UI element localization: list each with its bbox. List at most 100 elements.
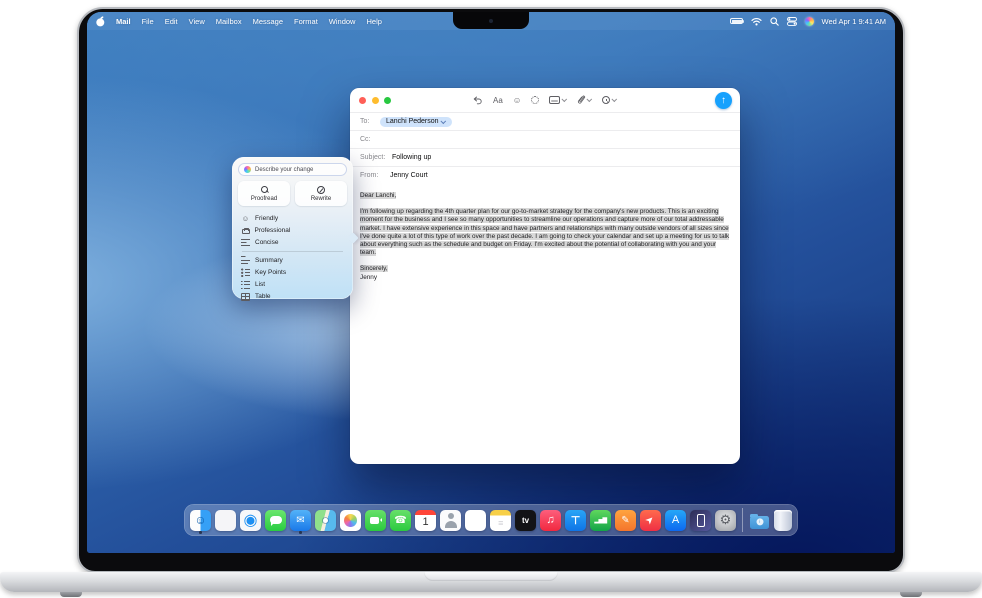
rewrite-button[interactable]: Rewrite bbox=[295, 181, 347, 206]
zoom-button[interactable] bbox=[384, 97, 391, 104]
window-controls bbox=[359, 97, 391, 104]
dock-reminders-icon[interactable] bbox=[465, 510, 486, 531]
dock-pages-icon[interactable]: ✎ bbox=[615, 510, 636, 531]
apple-intelligence-orb-icon bbox=[244, 166, 251, 173]
apple-intelligence-icon[interactable] bbox=[531, 96, 539, 104]
rewrite-label: Rewrite bbox=[311, 196, 331, 202]
bullet-list-icon bbox=[241, 268, 250, 277]
attachment-icon bbox=[577, 95, 586, 105]
dock-rocket-icon[interactable]: ➤ bbox=[640, 510, 661, 531]
option-label: Professional bbox=[255, 227, 291, 234]
message-body[interactable]: Dear Lanchi, I'm following up regarding … bbox=[350, 184, 740, 282]
field-row-subject[interactable]: Subject:Following up bbox=[350, 148, 740, 166]
writing-tool-professional[interactable]: Professional bbox=[238, 224, 347, 236]
media-browser-button[interactable] bbox=[549, 96, 567, 105]
proofread-button[interactable]: Proofread bbox=[238, 181, 290, 206]
control-center-icon[interactable] bbox=[787, 17, 797, 26]
menu-bar-clock[interactable]: Wed Apr 1 9:41 AM bbox=[822, 17, 886, 26]
finder-glyph: ☺ bbox=[194, 513, 206, 527]
menu-item-mailbox[interactable]: Mailbox bbox=[216, 17, 242, 26]
menu-item-format[interactable]: Format bbox=[294, 17, 318, 26]
dock-contacts-icon[interactable] bbox=[440, 510, 461, 531]
iphone-mirroring-glyph bbox=[697, 514, 705, 527]
field-row-to[interactable]: To:Lanchi Pederson bbox=[350, 112, 740, 130]
menu-item-file[interactable]: File bbox=[142, 17, 154, 26]
concise-lines-icon bbox=[241, 238, 250, 247]
music-app-icon: ♫ bbox=[540, 510, 561, 531]
emoji-icon[interactable]: ☺ bbox=[513, 96, 522, 105]
battery-icon[interactable] bbox=[730, 18, 743, 25]
finder-app-icon: ☺ bbox=[190, 510, 211, 531]
writing-tool-list[interactable]: List bbox=[238, 278, 347, 290]
writing-tool-friendly[interactable]: ☺Friendly bbox=[238, 212, 347, 224]
dock-app-store-icon[interactable]: A bbox=[665, 510, 686, 531]
phone-glyph: ☎ bbox=[394, 515, 406, 526]
calendar-app-icon: 1 bbox=[415, 510, 436, 531]
dock-system-settings-icon[interactable]: ⚙ bbox=[715, 510, 736, 531]
dock-safari-icon[interactable]: ◉ bbox=[240, 510, 261, 531]
menu-item-view[interactable]: View bbox=[189, 17, 205, 26]
close-button[interactable] bbox=[359, 97, 366, 104]
safari-glyph: ◉ bbox=[244, 510, 258, 530]
dock-divider bbox=[742, 508, 743, 532]
send-arrow-icon: ↑ bbox=[721, 95, 726, 106]
dock-facetime-icon[interactable] bbox=[365, 510, 386, 531]
downloads-glyph bbox=[750, 516, 769, 529]
dock-photos-icon[interactable] bbox=[340, 510, 361, 531]
dock-notes-icon[interactable]: ≡ bbox=[490, 510, 511, 531]
dock-mail-icon[interactable]: ✉ bbox=[290, 510, 311, 531]
tv-glyph: tv bbox=[522, 516, 529, 525]
wifi-icon[interactable] bbox=[751, 17, 762, 26]
writing-tool-concise[interactable]: Concise bbox=[238, 237, 347, 249]
app-store-glyph: A bbox=[672, 514, 679, 526]
dock-downloads-icon[interactable] bbox=[749, 510, 770, 531]
dock-trash-icon[interactable] bbox=[774, 510, 792, 531]
dock-iphone-mirroring-icon[interactable] bbox=[690, 510, 711, 531]
search-icon[interactable] bbox=[770, 17, 779, 26]
dock-launchpad-icon[interactable] bbox=[215, 510, 236, 531]
attachment-button[interactable] bbox=[577, 95, 593, 105]
writing-tool-summary[interactable]: Summary bbox=[238, 254, 347, 266]
field-label: Subject: bbox=[360, 154, 386, 161]
menu-item-window[interactable]: Window bbox=[329, 17, 356, 26]
dock-keynote-icon[interactable]: ⊤ bbox=[565, 510, 586, 531]
apple-icon[interactable] bbox=[96, 16, 105, 27]
writing-tool-table[interactable]: Table bbox=[238, 291, 347, 303]
macbook-foot-left bbox=[60, 592, 82, 597]
menu-item-edit[interactable]: Edit bbox=[165, 17, 178, 26]
undo-icon[interactable] bbox=[473, 96, 483, 105]
smiley-icon: ☺ bbox=[241, 214, 250, 223]
field-row-cc[interactable]: Cc: bbox=[350, 130, 740, 148]
dock: ☺ ◉ ✉ ☎ 1 ≡ tv ♫⊤▂▅▇✎➤ A ⚙ bbox=[184, 504, 798, 536]
dock-calendar-icon[interactable]: 1 bbox=[415, 510, 436, 531]
contacts-app-icon bbox=[440, 510, 461, 531]
dock-numbers-icon[interactable]: ▂▅▇ bbox=[590, 510, 611, 531]
phone-app-icon: ☎ bbox=[390, 510, 411, 531]
send-button[interactable]: ↑ bbox=[715, 92, 732, 109]
dock-music-icon[interactable]: ♫ bbox=[540, 510, 561, 531]
dock-tv-icon[interactable]: tv bbox=[515, 510, 536, 531]
dock-messages-icon[interactable] bbox=[265, 510, 286, 531]
minimize-button[interactable] bbox=[372, 97, 379, 104]
notes-glyph: ≡ bbox=[498, 518, 503, 528]
dock-finder-icon[interactable]: ☺ bbox=[190, 510, 211, 531]
dock-maps-icon[interactable] bbox=[315, 510, 336, 531]
pages-app-icon: ✎ bbox=[615, 510, 636, 531]
magnifier-icon bbox=[260, 186, 268, 194]
menu-item-message[interactable]: Message bbox=[253, 17, 283, 26]
recipient-token[interactable]: Lanchi Pederson bbox=[380, 117, 452, 127]
dock-phone-icon[interactable]: ☎ bbox=[390, 510, 411, 531]
writing-tool-key-points[interactable]: Key Points bbox=[238, 266, 347, 278]
describe-change-input[interactable]: Describe your change bbox=[238, 163, 347, 176]
field-row-from[interactable]: From:Jenny Court bbox=[350, 166, 740, 184]
menu-item-help[interactable]: Help bbox=[366, 17, 381, 26]
format-aa-icon[interactable]: Aa bbox=[493, 96, 503, 105]
briefcase-icon bbox=[242, 229, 250, 235]
describe-change-placeholder: Describe your change bbox=[255, 167, 313, 173]
mail-compose-window: Aa ☺ ↑ To:Lan bbox=[350, 88, 740, 464]
launchpad-app-icon bbox=[215, 510, 236, 531]
menu-item-mail[interactable]: Mail bbox=[116, 17, 131, 26]
siri-icon[interactable] bbox=[805, 17, 814, 26]
system-settings-app-icon: ⚙ bbox=[715, 510, 736, 531]
send-later-button[interactable] bbox=[602, 96, 617, 104]
